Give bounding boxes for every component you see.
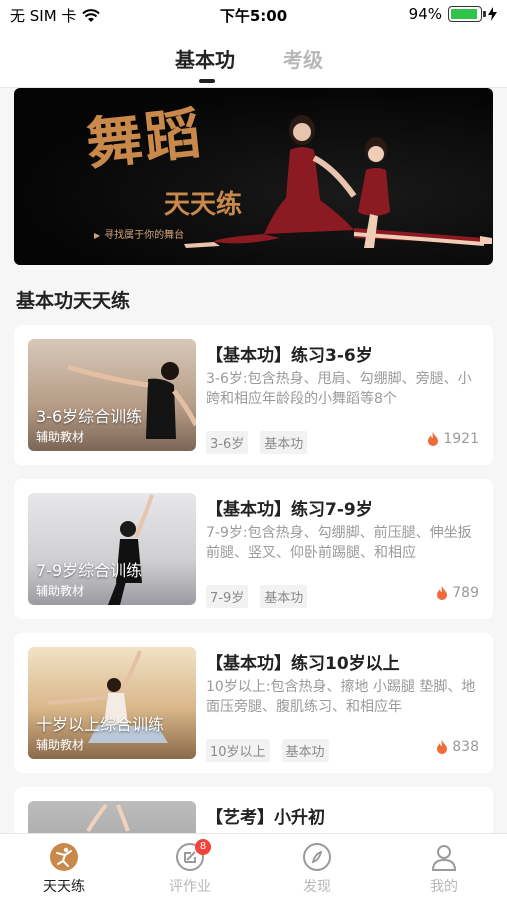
tag: 3-6岁 [206, 431, 249, 454]
banner-subtitle: 天天练 [164, 190, 243, 220]
nav-item-homework[interactable]: 8 评作业 [150, 839, 230, 896]
promo-banner[interactable]: 舞蹈 天天练 寻找属于你的舞台 [14, 88, 493, 265]
app-screen: 无 SIM 卡 下午5:00 94% 基本功 考级 舞蹈 天天练 ▶ 寻找属于你… [0, 0, 507, 900]
course-description: 10岁以上:包含热身、擦地 小踢腿 垫脚、地面压旁腿、腹肌练习、和相应年 [206, 679, 476, 715]
tag: 10岁以上 [206, 739, 270, 762]
nav-item-profile[interactable]: 我的 [404, 842, 484, 896]
course-thumbnail: 7-9岁综合训练 辅助教材 [28, 493, 196, 605]
nav-label: 天天练 [43, 879, 85, 895]
status-bar: 无 SIM 卡 下午5:00 94% [0, 0, 507, 30]
thumb-label: 3-6岁综合训练 [36, 407, 143, 426]
course-title: 【基本功】练习7-9岁 [206, 500, 373, 520]
fire-icon [437, 586, 448, 600]
nav-label: 我的 [430, 879, 458, 895]
tag: 基本功 [281, 739, 329, 762]
course-title: 【基本功】练习3-6岁 [206, 346, 373, 366]
compass-icon [303, 843, 331, 871]
tab-basic-skills[interactable]: 基本功 [175, 44, 235, 73]
notification-badge: 8 [195, 839, 211, 855]
status-right: 94% [409, 5, 497, 23]
fire-icon [437, 740, 448, 754]
bottom-nav: 天天练 8 评作业 发现 我的 [0, 833, 507, 900]
tag: 基本功 [260, 585, 308, 608]
battery-icon [448, 6, 486, 22]
nav-label: 评作业 [169, 879, 211, 895]
course-thumbnail: 十岁以上综合训练 辅助教材 [28, 647, 196, 759]
tag: 基本功 [260, 431, 308, 454]
course-card[interactable]: 3-6岁综合训练 辅助教材 【基本功】练习3-6岁 3-6岁:包含热身、甩肩、勾… [14, 325, 493, 465]
tag-list: 3-6岁 基本功 [206, 431, 308, 454]
fire-icon [428, 432, 439, 446]
thumb-sublabel: 辅助教材 [36, 430, 85, 444]
tag-list: 7-9岁 基本功 [206, 585, 308, 608]
banner-title: 舞蹈 [83, 100, 206, 178]
view-count-value: 838 [452, 739, 479, 755]
course-thumbnail: 3-6岁综合训练 辅助教材 [28, 339, 196, 451]
view-count: 838 [436, 739, 479, 755]
course-card[interactable]: 十岁以上综合训练 辅助教材 【基本功】练习10岁以上 10岁以上:包含热身、擦地… [14, 633, 493, 773]
charging-icon [488, 7, 497, 21]
thumb-sublabel: 辅助教材 [36, 738, 85, 752]
course-description: 3-6岁:包含热身、甩肩、勾绷脚、旁腿、小跨和相应年龄段的小舞蹈等8个 [206, 371, 472, 407]
view-count: 1921 [427, 431, 479, 447]
view-count-value: 789 [452, 585, 479, 601]
thumb-label: 7-9岁综合训练 [36, 561, 143, 580]
battery-fill [451, 9, 478, 19]
user-icon [431, 845, 457, 871]
battery-percent: 94% [408, 5, 442, 23]
course-description: 7-9岁:包含热身、勾绷脚、前压腿、伸坐扳前腿、竖叉、仰卧前踢腿、和相应 [206, 525, 472, 561]
nav-label: 发现 [303, 879, 331, 895]
tag: 7-9岁 [206, 585, 249, 608]
nav-item-discover[interactable]: 发现 [277, 842, 357, 896]
banner-tagline: 寻找属于你的舞台 [94, 226, 184, 241]
tag-list: 10岁以上 基本功 [206, 739, 329, 762]
view-count-value: 1921 [443, 431, 479, 447]
dance-icon [50, 843, 78, 871]
course-title: 【基本功】练习10岁以上 [206, 654, 400, 674]
nav-item-daily-practice[interactable]: 天天练 [24, 842, 104, 896]
top-tabs: 基本功 考级 [0, 30, 507, 88]
thumb-label: 十岁以上综合训练 [36, 715, 165, 734]
course-card[interactable]: 7-9岁综合训练 辅助教材 【基本功】练习7-9岁 7-9岁:包含热身、勾绷脚、… [14, 479, 493, 619]
section-title: 基本功天天练 [16, 290, 131, 312]
course-title: 【艺考】小升初 [206, 808, 325, 828]
tab-grading-exam[interactable]: 考级 [283, 44, 323, 73]
view-count: 789 [436, 585, 479, 601]
thumb-sublabel: 辅助教材 [36, 584, 85, 598]
tab-indicator [199, 79, 215, 83]
